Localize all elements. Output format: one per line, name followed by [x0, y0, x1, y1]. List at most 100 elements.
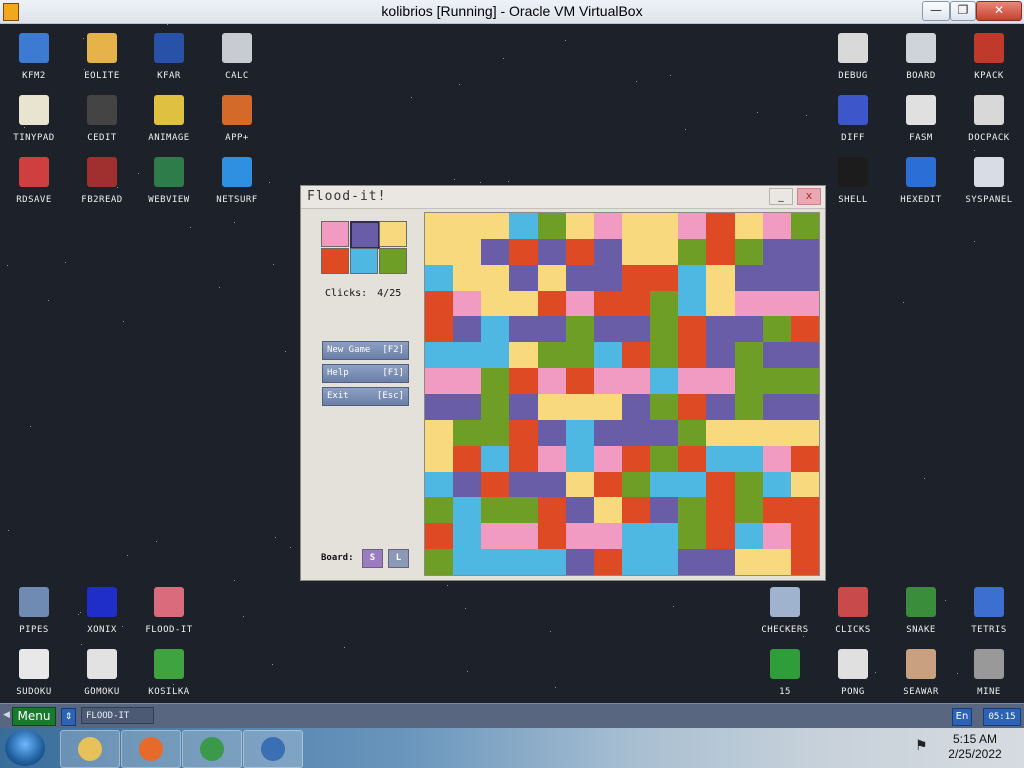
palette-swatch[interactable]	[379, 221, 407, 247]
desktop-icon-sudoku[interactable]: SUDOKU	[2, 649, 66, 697]
desktop-icon-pong[interactable]: PONG	[821, 649, 885, 697]
palette-swatch[interactable]	[350, 248, 378, 274]
flood-close-button[interactable]: x	[797, 188, 821, 205]
board-cell	[790, 213, 819, 239]
board-cell	[481, 394, 510, 420]
desktop-icon-diff[interactable]: DIFF	[821, 95, 885, 143]
taskbar-app-chrome[interactable]	[182, 730, 242, 768]
desktop-icon-mine[interactable]: MINE	[957, 649, 1021, 697]
desktop-icon-eolite[interactable]: EOLITE	[70, 33, 134, 81]
desktop-icon-gomoku[interactable]: GOMOKU	[70, 649, 134, 697]
desktop-icon-shell[interactable]: SHELL	[821, 157, 885, 205]
board-cell	[565, 213, 594, 239]
board-large-button[interactable]: L	[388, 549, 409, 568]
board-cell	[593, 394, 622, 420]
desktop-icon-xonix[interactable]: XONIX	[70, 587, 134, 635]
desktop-icon-webview[interactable]: WEBVIEW	[137, 157, 201, 205]
desktop-icon-kpack[interactable]: KPACK	[957, 33, 1021, 81]
board-cell	[425, 549, 454, 575]
desktop-icon-label: SUDOKU	[16, 687, 52, 697]
board-small-button[interactable]: S	[362, 549, 383, 568]
start-button-icon[interactable]	[5, 730, 45, 766]
flood-minimize-button[interactable]: _	[769, 188, 793, 205]
new-game-button[interactable]: New Game [F2]	[322, 341, 409, 360]
15-icon	[770, 649, 800, 679]
window-switch-icon[interactable]: ⇕	[61, 708, 76, 726]
board-cell	[706, 445, 735, 472]
desktop-icon-tetris[interactable]: TETRIS	[957, 587, 1021, 635]
language-indicator[interactable]: En	[952, 708, 972, 726]
panel-clock[interactable]: 05:15	[983, 708, 1021, 726]
desktop-icon-label: RDSAVE	[16, 195, 52, 205]
system-clock[interactable]: 5:15 AM 2/25/2022	[935, 732, 1015, 762]
action-center-flag-icon[interactable]: ⚑	[915, 738, 928, 754]
desktop-icon-app-[interactable]: APP+	[205, 95, 269, 143]
desktop-icon-docpack[interactable]: DOCPACK	[957, 95, 1021, 143]
desktop-icon-pipes[interactable]: PIPES	[2, 587, 66, 635]
desktop-icon-seawar[interactable]: SEAWAR	[889, 649, 953, 697]
desktop-icon-debug[interactable]: DEBUG	[821, 33, 885, 81]
desktop-icon-checkers[interactable]: CHECKERS	[753, 587, 817, 635]
desktop-icon-snake[interactable]: SNAKE	[889, 587, 953, 635]
panel-collapse-arrow-icon[interactable]: ◀	[3, 710, 10, 720]
desktop-icon-hexedit[interactable]: HEXEDIT	[889, 157, 953, 205]
taskbar-item-flood-it[interactable]: FLOOD-IT	[81, 707, 154, 724]
board-cell	[734, 497, 763, 524]
desktop-icon-cedit[interactable]: CEDIT	[70, 95, 134, 143]
desktop-icon-clicks[interactable]: CLICKS	[821, 587, 885, 635]
gomoku-icon	[87, 649, 117, 679]
desktop-icon-rdsave[interactable]: RDSAVE	[2, 157, 66, 205]
desktop-icon-tinypad[interactable]: TINYPAD	[2, 95, 66, 143]
star	[924, 478, 925, 479]
desktop-icon-animage[interactable]: ANIMAGE	[137, 95, 201, 143]
board-cell	[481, 368, 510, 394]
board-cell	[425, 523, 454, 550]
star	[8, 530, 9, 531]
desktop-icon-netsurf[interactable]: NETSURF	[205, 157, 269, 205]
virtualbox-icon	[261, 737, 285, 761]
board-cell	[621, 342, 651, 369]
desktop-icon-kosilka[interactable]: KOSILKA	[137, 649, 201, 697]
board-cell	[509, 290, 538, 317]
desktop-icon-label: WEBVIEW	[148, 195, 190, 205]
board-cell	[453, 264, 482, 291]
board-cell	[565, 238, 594, 265]
desktop-icon-board[interactable]: BOARD	[889, 33, 953, 81]
star	[465, 608, 466, 609]
palette-swatch[interactable]	[321, 221, 349, 247]
desktop-icon-kfm2[interactable]: KFM2	[2, 33, 66, 81]
taskbar-app-explorer[interactable]	[60, 730, 120, 768]
desktop-icon-fasm[interactable]: FASM	[889, 95, 953, 143]
star	[156, 541, 157, 542]
board-cell	[762, 342, 791, 369]
palette-swatch[interactable]	[321, 248, 349, 274]
desktop-icon-kfar[interactable]: KFAR	[137, 33, 201, 81]
desktop-icon-15[interactable]: 15	[753, 649, 817, 697]
desktop-icon-fb2read[interactable]: FB2READ	[70, 157, 134, 205]
board-cell	[537, 238, 566, 265]
help-button[interactable]: Help [F1]	[322, 364, 409, 383]
fasm-icon	[906, 95, 936, 125]
flood-board[interactable]	[424, 212, 820, 576]
palette-swatch[interactable]	[379, 248, 407, 274]
taskbar-app-virtualbox[interactable]	[243, 730, 303, 768]
desktop-icon-calc[interactable]: CALC	[205, 33, 269, 81]
desktop-icon-label: HEXEDIT	[900, 195, 942, 205]
desktop-icon-flood-it[interactable]: FLOOD-IT	[137, 587, 201, 635]
desktop-icon-syspanel[interactable]: SYSPANEL	[957, 157, 1021, 205]
minimize-button[interactable]: —	[922, 1, 950, 21]
restore-button[interactable]: ❐	[950, 1, 976, 21]
flood-titlebar[interactable]: Flood-it! _ x	[301, 186, 825, 209]
star	[123, 321, 124, 322]
star	[467, 671, 468, 672]
desktop-icon-label: FLOOD-IT	[145, 625, 193, 635]
exit-button[interactable]: Exit [Esc]	[322, 387, 409, 406]
board-cell	[621, 549, 651, 575]
star	[670, 75, 671, 76]
close-button[interactable]: ✕	[976, 1, 1022, 21]
taskbar-app-firefox[interactable]	[121, 730, 181, 768]
palette-swatch[interactable]	[350, 221, 380, 249]
star	[459, 84, 460, 85]
menu-button[interactable]: Menu	[12, 707, 56, 726]
color-palette	[321, 221, 407, 275]
